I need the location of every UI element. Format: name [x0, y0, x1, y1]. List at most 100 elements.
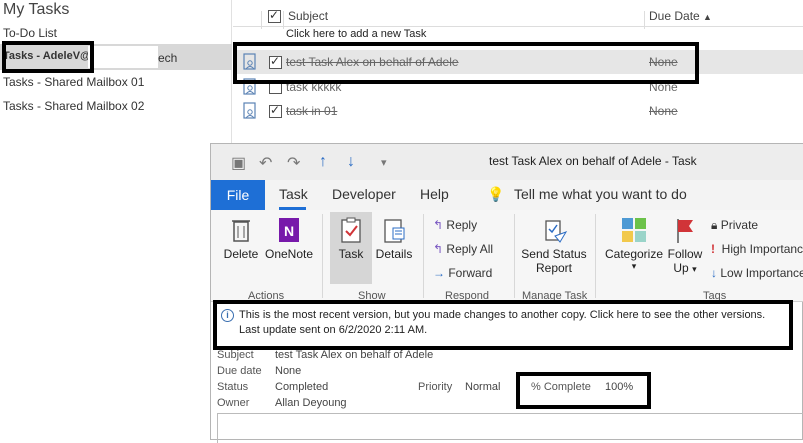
categorize-button[interactable]: Categorize ▾: [603, 216, 665, 272]
undo-icon[interactable]: ↶: [259, 153, 272, 173]
onenote-button[interactable]: N OneNote: [262, 216, 316, 261]
title-bar: ▣ ↶ ↷ ↑ ↓ ▾ test Task Alex on behalf of …: [211, 144, 803, 180]
private-button[interactable]: 🔒︎ Private: [711, 218, 758, 233]
due-date-value[interactable]: None: [275, 365, 301, 377]
subject-value[interactable]: test Task Alex on behalf of Adele: [275, 349, 433, 361]
follow-dropdown-icon: ▾: [692, 264, 697, 274]
lock-icon: 🔒︎: [711, 218, 718, 232]
new-task-prompt[interactable]: Click here to add a new Task: [286, 28, 426, 40]
my-tasks-title: My Tasks: [3, 1, 70, 18]
onenote-icon: N: [279, 218, 299, 242]
details-label: Details: [375, 247, 413, 261]
task-complete-checkbox[interactable]: [269, 103, 282, 118]
lightbulb-icon: 💡: [487, 186, 505, 202]
reply-icon: ↰: [433, 218, 444, 232]
info-icon: i: [221, 309, 234, 322]
task-view-button[interactable]: Task: [330, 212, 372, 284]
task-window: ▣ ↶ ↷ ↑ ↓ ▾ test Task Alex on behalf of …: [210, 143, 803, 443]
send-status-label-1: Send Status: [521, 247, 587, 261]
ribbon-tabs: File Task Developer Help 💡 Tell me what …: [211, 180, 803, 210]
redo-icon[interactable]: ↷: [287, 153, 300, 173]
reply-label: Reply: [446, 218, 478, 232]
status-report-icon: [545, 220, 568, 243]
follow-up-button[interactable]: Follow Up ▾: [666, 216, 704, 275]
nav-todo-list[interactable]: To-Do List: [3, 26, 57, 40]
reply-all-label: Reply All: [446, 242, 494, 256]
save-icon[interactable]: ▣: [231, 153, 246, 173]
forward-button[interactable]: → Forward: [433, 266, 492, 280]
highlight-box-complete: [516, 372, 651, 409]
forward-label: Forward: [448, 266, 493, 280]
info-line-1: This is the most recent version, but you…: [239, 309, 766, 321]
reply-button[interactable]: ↰ Reply: [433, 218, 477, 232]
tell-me-search[interactable]: Tell me what you want to do: [514, 186, 687, 202]
subject-label: Subject: [217, 349, 254, 361]
owner-label: Owner: [217, 397, 250, 409]
high-importance-label: High Importance: [721, 242, 803, 256]
task-list-header: Subject Due Date ▲: [233, 7, 803, 29]
nav-shared-mailbox-02[interactable]: Tasks - Shared Mailbox 02: [3, 99, 144, 113]
header-due-date-label: Due Date: [649, 9, 700, 23]
window-title: test Task Alex on behalf of Adele - Task: [489, 154, 697, 168]
customize-toolbar-icon[interactable]: ▾: [381, 156, 387, 169]
private-label: Private: [720, 218, 759, 232]
owner-value: Allan Deyoung: [275, 397, 347, 409]
header-subject[interactable]: Subject: [288, 9, 328, 23]
info-bar[interactable]: i This is the most recent version, but y…: [213, 300, 793, 350]
task-body-editor[interactable]: [217, 413, 803, 443]
task-label: Task: [338, 247, 364, 261]
details-button[interactable]: Details: [374, 216, 414, 261]
flag-icon: [677, 219, 693, 243]
status-value[interactable]: Completed: [275, 381, 328, 393]
tab-task[interactable]: Task: [279, 186, 308, 202]
send-status-label-2: Report: [535, 261, 573, 275]
follow-label-2: Up: [673, 261, 689, 275]
details-icon: [384, 219, 405, 243]
follow-up-label: Up ▾: [666, 261, 704, 275]
highlight-box-row: [233, 42, 699, 84]
low-importance-label: Low Importance: [720, 266, 803, 280]
low-importance-button[interactable]: ↓ Low Importance: [711, 266, 803, 280]
tab-help[interactable]: Help: [420, 186, 449, 202]
info-line-2: Last update sent on 6/2/2020 2:11 AM.: [239, 324, 428, 336]
due-date-label: Due date: [217, 365, 262, 377]
onenote-label: OneNote: [264, 247, 314, 261]
nav-tasks-adele-suffix: ech: [158, 51, 178, 65]
redaction-box: [88, 46, 158, 68]
categorize-label: Categorize: [604, 247, 664, 261]
highlight-box-nav: [2, 41, 94, 73]
task-list: Subject Due Date ▲ Click here to add a n…: [233, 0, 803, 145]
exclamation-icon: !: [711, 242, 715, 256]
sort-ascending-icon: ▲: [703, 12, 712, 22]
delete-button[interactable]: Delete: [223, 216, 259, 261]
priority-value[interactable]: Normal: [465, 381, 500, 393]
reply-all-button[interactable]: ↰ Reply All: [433, 242, 493, 256]
next-item-icon[interactable]: ↓: [347, 153, 355, 171]
header-due-date[interactable]: Due Date ▲: [649, 9, 712, 23]
categorize-dropdown-icon: ▾: [631, 261, 637, 271]
task-subject: task in 01: [286, 104, 338, 118]
forward-icon: →: [433, 266, 445, 280]
ribbon: Delete N OneNote Task Details ↰ Reply ↰ …: [211, 210, 803, 302]
tab-file[interactable]: File: [211, 180, 265, 210]
status-label: Status: [217, 381, 249, 393]
delete-label: Delete: [223, 247, 259, 261]
folder-pane: My Tasks To-Do List Tasks - AdeleV@ ech …: [0, 0, 232, 440]
send-status-report-button[interactable]: Send Status Report: [519, 216, 589, 275]
svg-text:N: N: [284, 223, 294, 239]
assigned-task-icon: [243, 102, 256, 119]
down-arrow-icon: ↓: [711, 266, 717, 280]
task-clipboard-icon: [341, 217, 361, 243]
tab-developer[interactable]: Developer: [332, 186, 396, 202]
header-complete-checkbox[interactable]: [268, 8, 281, 23]
reply-all-icon: ↰: [433, 242, 444, 256]
categorize-icon: [622, 218, 646, 242]
previous-item-icon[interactable]: ↑: [319, 153, 327, 171]
trash-icon: [232, 220, 250, 242]
priority-label: Priority: [418, 381, 453, 393]
nav-shared-mailbox-01[interactable]: Tasks - Shared Mailbox 01: [3, 75, 144, 89]
task-due: None: [649, 104, 678, 118]
high-importance-button[interactable]: ! High Importance: [711, 242, 803, 256]
follow-label-1: Follow: [667, 247, 703, 261]
task-row[interactable]: task in 01 None: [233, 99, 803, 123]
